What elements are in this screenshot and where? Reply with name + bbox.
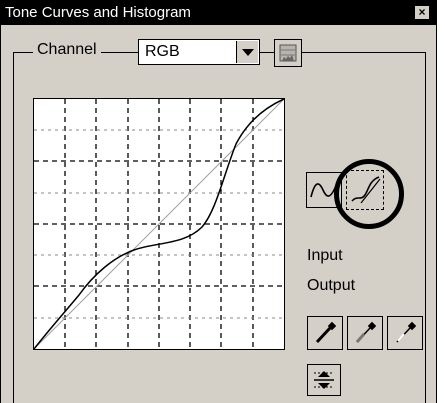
groupbox-rule <box>99 52 129 53</box>
black-eyedropper-icon <box>315 321 337 344</box>
histogram-icon <box>279 44 297 62</box>
reset-levels-button[interactable] <box>307 364 341 396</box>
tone-curve-graph[interactable] <box>33 98 285 350</box>
channel-select[interactable]: RGB <box>138 39 260 65</box>
chevron-down-icon[interactable] <box>236 41 258 63</box>
output-label: Output <box>307 277 356 294</box>
freehand-curve-icon <box>351 176 381 204</box>
smooth-curve-button[interactable] <box>306 172 342 208</box>
gray-point-button[interactable] <box>347 316 383 350</box>
white-point-button[interactable] <box>387 316 423 350</box>
black-point-button[interactable] <box>307 316 343 350</box>
close-button[interactable]: × <box>414 5 430 20</box>
smooth-curve-icon <box>310 182 338 198</box>
tone-curve-canvas[interactable] <box>34 99 284 349</box>
gray-eyedropper-icon <box>355 321 377 343</box>
histogram-toggle-button[interactable] <box>274 39 302 67</box>
window-title: Tone Curves and Histogram <box>5 4 191 21</box>
freehand-curve-button[interactable] <box>346 170 384 210</box>
input-label: Input <box>307 247 343 264</box>
channel-label: Channel <box>33 41 101 59</box>
white-eyedropper-icon <box>396 321 417 343</box>
reset-levels-icon <box>314 371 334 389</box>
tone-curves-dialog: Tone Curves and Histogram × Channel RGB <box>0 0 437 403</box>
channel-select-value: RGB <box>145 43 180 60</box>
title-bar: Tone Curves and Histogram × <box>1 1 436 25</box>
